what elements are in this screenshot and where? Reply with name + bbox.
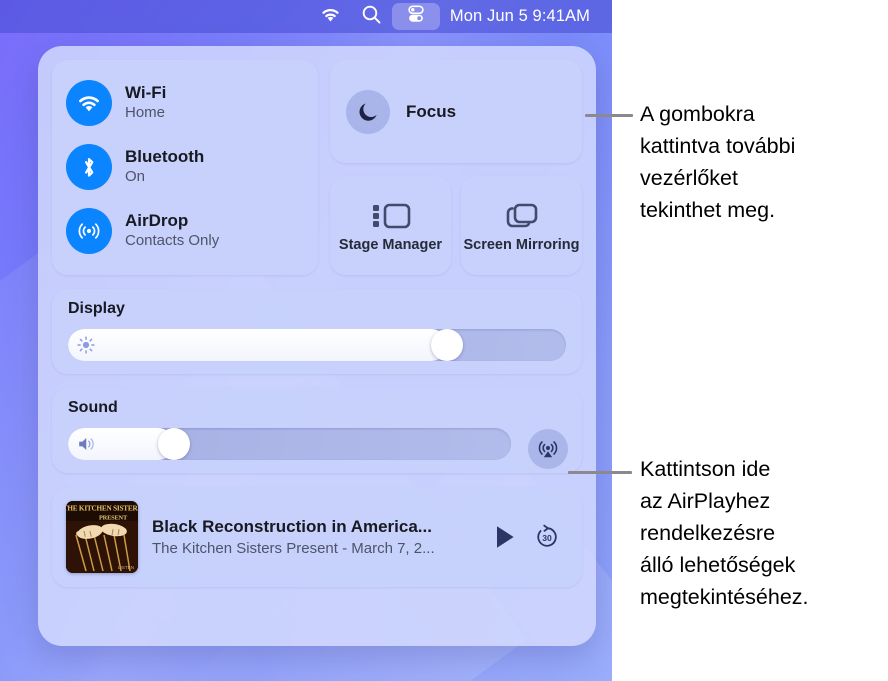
now-playing-title: Black Reconstruction in America...: [152, 517, 432, 536]
now-playing-text: Black Reconstruction in America... The K…: [152, 517, 494, 557]
display-title: Display: [68, 300, 125, 317]
now-playing-controls: 30: [494, 524, 560, 550]
skip-forward-30-icon: 30: [537, 524, 557, 547]
sound-volume-slider[interactable]: [68, 428, 511, 460]
airdrop-label: AirDrop: [125, 211, 189, 231]
search-icon: [361, 4, 382, 30]
sound-slider-knob[interactable]: [158, 428, 191, 460]
svg-text:THE KITCHEN SISTERS: THE KITCHEN SISTERS: [66, 505, 138, 513]
bluetooth-status: On: [125, 167, 146, 185]
menubar-wifi-status[interactable]: [310, 3, 352, 30]
screenshot-root: Mon Jun 5 9:41AM Wi-Fi Home Bluetooth On…: [0, 0, 888, 681]
sound-title: Sound: [68, 399, 118, 416]
sound-slider-wrap: [68, 428, 511, 460]
display-slider-wrap: [68, 329, 566, 361]
airplay-audio-icon: [538, 441, 558, 458]
brightness-icon: [77, 336, 95, 354]
stage-manager-icon: [369, 198, 413, 234]
screen-mirroring-icon: [502, 198, 542, 234]
bluetooth-toggle-row[interactable]: Bluetooth On: [66, 144, 204, 190]
wifi-toggle-row[interactable]: Wi-Fi Home: [66, 80, 166, 126]
screen-mirroring-label: Screen Mirroring: [463, 236, 580, 253]
stage-manager-button[interactable]: Stage Manager: [330, 176, 451, 275]
airplay-audio-button[interactable]: [528, 429, 568, 469]
focus-button[interactable]: Focus: [330, 60, 582, 163]
menubar-spotlight-button[interactable]: [352, 3, 392, 30]
menu-bar: Mon Jun 5 9:41AM: [0, 0, 612, 33]
play-icon: [497, 526, 514, 548]
menubar-control-center-button[interactable]: [391, 3, 440, 30]
display-brightness-slider[interactable]: [68, 329, 566, 361]
annotation-airplay: Kattintson ide az AirPlayhez rendelkezés…: [640, 457, 809, 609]
wifi-icon: [319, 6, 342, 28]
display-card: Display: [52, 289, 582, 374]
play-button[interactable]: [494, 524, 516, 550]
now-playing-subtitle: The Kitchen Sisters Present - March 7, 2…: [152, 540, 435, 557]
airdrop-toggle-row[interactable]: AirDrop Contacts Only: [66, 208, 219, 254]
display-slider-fill: [68, 329, 448, 361]
wifi-label: Wi-Fi: [125, 83, 167, 103]
control-center-panel: Wi-Fi Home Bluetooth On AirDrop Contacts…: [38, 46, 596, 646]
svg-text:LISTEN: LISTEN: [118, 565, 134, 570]
sound-card: Sound: [52, 388, 582, 473]
wifi-status: Home: [125, 103, 166, 121]
annotation-buttons: A gombokra kattintva további vezérlőket …: [640, 102, 796, 222]
airdrop-icon: [66, 208, 112, 254]
now-playing-card[interactable]: THE KITCHEN SISTERS PRESENT LISTEN Black…: [52, 487, 582, 587]
moon-icon: [346, 89, 390, 134]
bluetooth-icon: [66, 144, 112, 190]
menubar-clock[interactable]: Mon Jun 5 9:41AM: [450, 7, 590, 26]
leader-line-focus: [585, 114, 633, 117]
svg-text:PRESENT: PRESENT: [99, 515, 128, 522]
skip-forward-30-button[interactable]: 30: [534, 524, 560, 550]
leader-line-airplay: [568, 471, 632, 474]
focus-label: Focus: [406, 101, 457, 121]
control-center-icon: [405, 3, 427, 30]
speaker-icon: [77, 435, 95, 453]
stage-manager-label: Stage Manager: [338, 236, 443, 253]
skip-forward-30-label: 30: [542, 533, 552, 543]
bluetooth-label: Bluetooth: [125, 147, 205, 167]
desktop-wallpaper: Mon Jun 5 9:41AM Wi-Fi Home Bluetooth On…: [0, 0, 612, 681]
display-slider-knob[interactable]: [431, 329, 464, 361]
airdrop-status: Contacts Only: [125, 231, 220, 249]
album-artwork: THE KITCHEN SISTERS PRESENT LISTEN: [66, 501, 138, 573]
connectivity-card: Wi-Fi Home Bluetooth On AirDrop Contacts…: [52, 60, 318, 275]
screen-mirroring-button[interactable]: Screen Mirroring: [461, 176, 582, 275]
wifi-icon: [66, 80, 112, 126]
